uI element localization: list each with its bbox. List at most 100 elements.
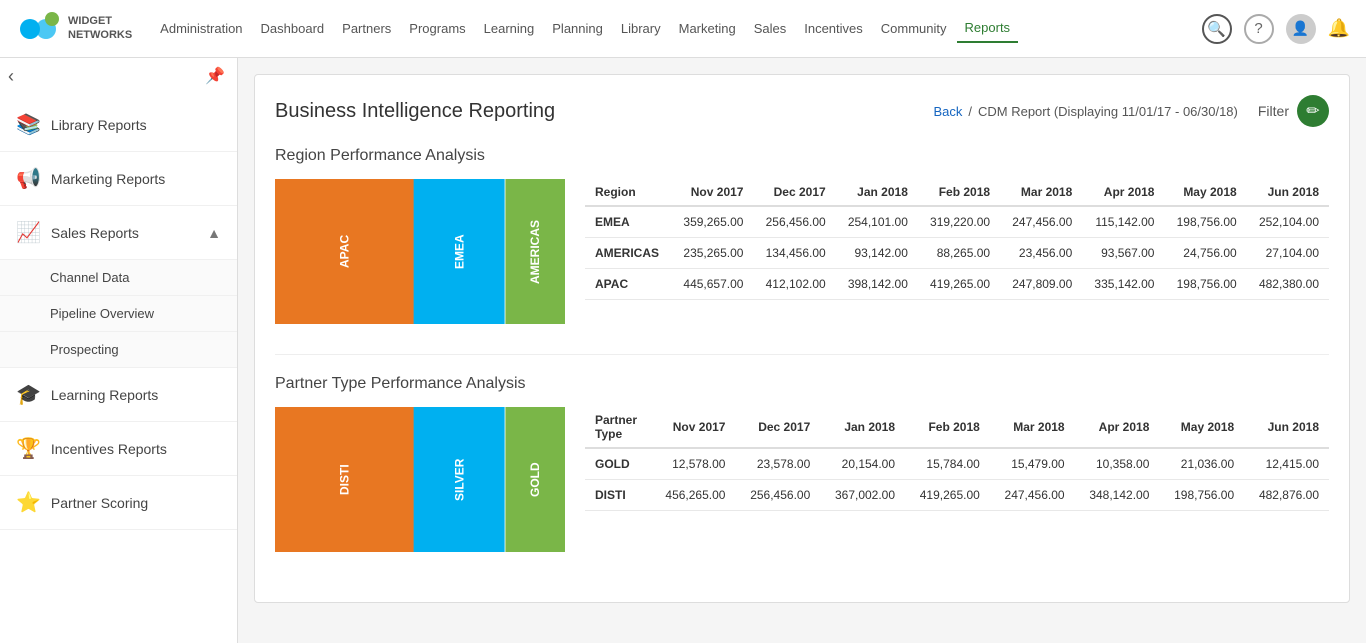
help-button[interactable]: ? <box>1244 14 1274 44</box>
pt-col-mar18: Mar 2018 <box>990 407 1075 448</box>
region-bar-apac: APAC <box>275 179 414 324</box>
user-avatar[interactable]: 👤 <box>1286 14 1316 44</box>
region-section-title: Region Performance Analysis <box>275 147 1329 165</box>
partner-bar-silver: SILVER <box>414 407 505 552</box>
region-bar-emea: EMEA <box>414 179 505 324</box>
sidebar-learning-reports-label: Learning Reports <box>51 387 158 403</box>
edit-icon: ✏ <box>1306 101 1319 121</box>
region-section: APAC EMEA AMERICAS Region Nov 2017 Dec 2… <box>275 179 1329 324</box>
search-icon: 🔍 <box>1207 20 1226 38</box>
region-col-apr18: Apr 2018 <box>1082 179 1164 206</box>
filter-button[interactable]: Filter <box>1258 103 1289 119</box>
region-table: Region Nov 2017 Dec 2017 Jan 2018 Feb 20… <box>585 179 1329 300</box>
sidebar-item-sales-reports[interactable]: 📈 Sales Reports ▲ <box>0 206 237 260</box>
notifications-bell[interactable]: 🔔 <box>1328 18 1350 39</box>
pt-col-jan18: Jan 2018 <box>820 407 905 448</box>
nav-administration[interactable]: Administration <box>152 15 250 42</box>
table-row: DISTI456,265.00256,456.00367,002.00419,2… <box>585 480 1329 511</box>
edit-button[interactable]: ✏ <box>1297 95 1329 127</box>
sidebar-item-marketing-reports[interactable]: 📢 Marketing Reports <box>0 152 237 206</box>
nav-reports[interactable]: Reports <box>957 14 1019 43</box>
sales-reports-icon: 📈 <box>16 220 41 245</box>
incentives-reports-icon: 🏆 <box>16 436 41 461</box>
avatar-icon: 👤 <box>1292 20 1309 37</box>
pt-col-type: PartnerType <box>585 407 651 448</box>
chevron-up-icon: ▲ <box>207 225 221 241</box>
nav-learning[interactable]: Learning <box>476 15 543 42</box>
main-content: Business Intelligence Reporting Back / C… <box>238 58 1366 643</box>
library-reports-icon: 📚 <box>16 112 41 137</box>
region-col-mar18: Mar 2018 <box>1000 179 1082 206</box>
help-icon: ? <box>1254 20 1262 37</box>
sidebar-marketing-reports-label: Marketing Reports <box>51 171 165 187</box>
marketing-reports-icon: 📢 <box>16 166 41 191</box>
partner-bar-gold: GOLD <box>505 407 565 552</box>
table-row: GOLD12,578.0023,578.0020,154.0015,784.00… <box>585 448 1329 480</box>
sidebar-pin[interactable]: 📌 <box>205 66 225 86</box>
region-col-dec17: Dec 2017 <box>753 179 835 206</box>
partner-type-table: PartnerType Nov 2017 Dec 2017 Jan 2018 F… <box>585 407 1329 511</box>
submenu-pipeline-overview[interactable]: Pipeline Overview <box>0 296 237 332</box>
table-row: AMERICAS235,265.00134,456.0093,142.0088,… <box>585 238 1329 269</box>
learning-reports-icon: 🎓 <box>16 382 41 407</box>
sidebar: ‹ 📌 📚 Library Reports 📢 Marketing Report… <box>0 58 238 643</box>
pt-col-may18: May 2018 <box>1159 407 1244 448</box>
nav-links: Administration Dashboard Partners Progra… <box>152 14 1201 43</box>
region-col-nov17: Nov 2017 <box>671 179 753 206</box>
breadcrumb-back[interactable]: Back <box>933 104 962 119</box>
partner-type-section-title: Partner Type Performance Analysis <box>275 375 1329 393</box>
nav-dashboard[interactable]: Dashboard <box>253 15 333 42</box>
sidebar-sales-reports-label: Sales Reports <box>51 225 139 241</box>
nav-right-icons: 🔍 ? 👤 🔔 <box>1202 14 1350 44</box>
logo-line2: NETWORKS <box>68 29 132 42</box>
sidebar-library-reports-label: Library Reports <box>51 117 147 133</box>
table-row: APAC445,657.00412,102.00398,142.00419,26… <box>585 269 1329 300</box>
submenu-channel-data[interactable]: Channel Data <box>0 260 237 296</box>
partner-type-section: DISTI SILVER GOLD PartnerType Nov 2017 D… <box>275 407 1329 552</box>
nav-library[interactable]: Library <box>613 15 669 42</box>
search-button[interactable]: 🔍 <box>1202 14 1232 44</box>
content-panel: Business Intelligence Reporting Back / C… <box>254 74 1350 603</box>
sidebar-item-incentives-reports[interactable]: 🏆 Incentives Reports <box>0 422 237 476</box>
breadcrumb: Back / CDM Report (Displaying 11/01/17 -… <box>933 104 1237 119</box>
pt-col-nov17: Nov 2017 <box>651 407 736 448</box>
region-bar-chart: APAC EMEA AMERICAS <box>275 179 565 324</box>
partner-type-bar-chart: DISTI SILVER GOLD <box>275 407 565 552</box>
nav-partners[interactable]: Partners <box>334 15 399 42</box>
top-navigation: WIDGET NETWORKS Administration Dashboard… <box>0 0 1366 58</box>
sidebar-incentives-reports-label: Incentives Reports <box>51 441 167 457</box>
nav-incentives[interactable]: Incentives <box>796 15 871 42</box>
table-row: EMEA359,265.00256,456.00254,101.00319,22… <box>585 206 1329 238</box>
pt-col-apr18: Apr 2018 <box>1075 407 1160 448</box>
nav-sales[interactable]: Sales <box>746 15 795 42</box>
nav-marketing[interactable]: Marketing <box>671 15 744 42</box>
breadcrumb-detail: CDM Report (Displaying 11/01/17 - 06/30/… <box>978 104 1238 119</box>
partner-bar-disti: DISTI <box>275 407 414 552</box>
partner-scoring-icon: ⭐ <box>16 490 41 515</box>
region-col-region: Region <box>585 179 671 206</box>
region-col-jun18: Jun 2018 <box>1247 179 1329 206</box>
page-layout: ‹ 📌 📚 Library Reports 📢 Marketing Report… <box>0 58 1366 643</box>
region-bar-americas: AMERICAS <box>505 179 565 324</box>
nav-programs[interactable]: Programs <box>401 15 473 42</box>
sidebar-item-learning-reports[interactable]: 🎓 Learning Reports <box>0 368 237 422</box>
section-divider <box>275 354 1329 355</box>
sales-reports-submenu: Channel Data Pipeline Overview Prospecti… <box>0 260 237 368</box>
submenu-prospecting[interactable]: Prospecting <box>0 332 237 368</box>
region-col-jan18: Jan 2018 <box>836 179 918 206</box>
logo-line1: WIDGET <box>68 15 132 28</box>
region-col-may18: May 2018 <box>1164 179 1246 206</box>
sidebar-toggle[interactable]: ‹ <box>8 66 14 87</box>
breadcrumb-separator: / <box>968 104 972 119</box>
sidebar-item-library-reports[interactable]: 📚 Library Reports <box>0 98 237 152</box>
nav-community[interactable]: Community <box>873 15 955 42</box>
panel-header: Business Intelligence Reporting Back / C… <box>275 95 1329 127</box>
nav-planning[interactable]: Planning <box>544 15 611 42</box>
sidebar-partner-scoring-label: Partner Scoring <box>51 495 148 511</box>
pt-col-feb18: Feb 2018 <box>905 407 990 448</box>
pt-col-dec17: Dec 2017 <box>735 407 820 448</box>
logo: WIDGET NETWORKS <box>16 5 132 53</box>
pt-col-jun18: Jun 2018 <box>1244 407 1329 448</box>
page-title: Business Intelligence Reporting <box>275 100 555 123</box>
sidebar-item-partner-scoring[interactable]: ⭐ Partner Scoring <box>0 476 237 530</box>
